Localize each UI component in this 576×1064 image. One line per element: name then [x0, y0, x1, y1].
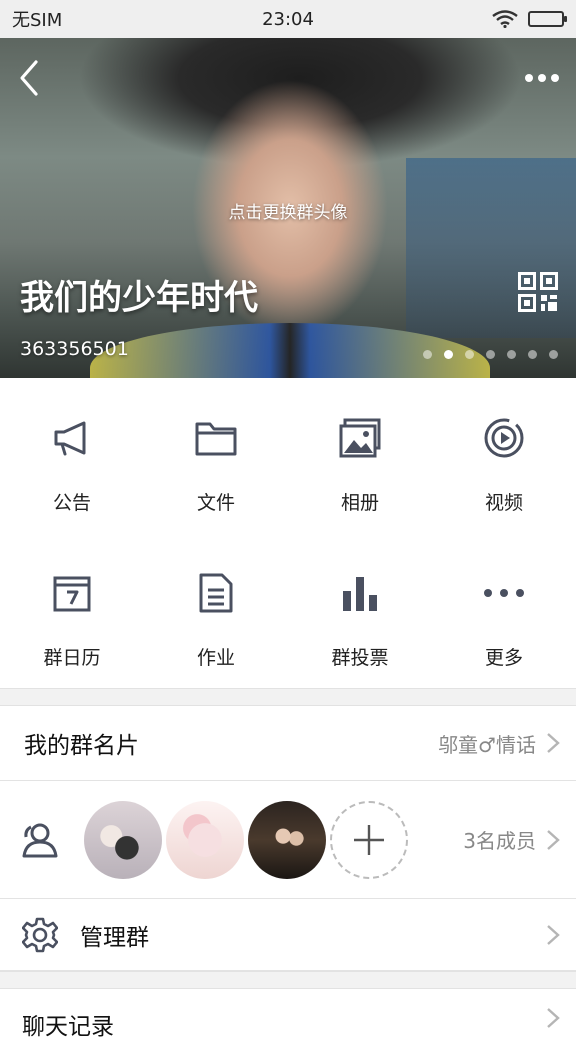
manage-group-title: 管理群 — [80, 924, 149, 951]
feature-label: 文件 — [196, 492, 235, 514]
section-divider — [0, 688, 576, 706]
gear-icon — [22, 917, 58, 952]
group-id: 363356501 — [20, 338, 129, 360]
battery-icon — [528, 11, 567, 27]
feature-homework[interactable]: 作业 — [144, 533, 288, 688]
page-dot-active — [444, 350, 453, 359]
members-icon — [22, 823, 58, 857]
page-dot — [528, 350, 537, 359]
feature-label: 更多 — [484, 647, 523, 669]
group-members-row[interactable]: 3名成员 — [0, 781, 576, 899]
feature-more[interactable]: 更多 — [432, 533, 576, 688]
group-header-banner[interactable]: 点击更换群头像 我们的少年时代 363356501 — [0, 38, 576, 378]
feature-label: 公告 — [52, 492, 91, 514]
calendar-icon — [50, 571, 94, 615]
chat-history-title: 聊天记录 — [22, 1014, 114, 1040]
member-avatar-list — [84, 800, 408, 879]
feature-announcement[interactable]: 公告 — [0, 378, 144, 533]
photo-page-indicator — [423, 350, 558, 359]
member-count: 3名成员 — [463, 829, 536, 853]
clock: 23:04 — [262, 8, 314, 30]
chevron-right-icon — [547, 924, 560, 945]
member-avatar[interactable] — [166, 800, 244, 879]
feature-label: 群日历 — [43, 647, 101, 669]
bar-chart-icon — [338, 571, 382, 615]
member-avatar[interactable] — [248, 800, 326, 879]
page-dot — [549, 350, 558, 359]
feature-album[interactable]: 相册 — [288, 378, 432, 533]
feature-calendar[interactable]: 群日历 — [0, 533, 144, 688]
chevron-right-icon — [547, 1008, 560, 1028]
chat-history-row[interactable]: 聊天记录 — [0, 989, 576, 1064]
status-bar: 无SIM 23:04 — [0, 0, 576, 38]
photo-album-icon — [338, 416, 382, 460]
video-play-icon — [482, 416, 526, 460]
feature-files[interactable]: 文件 — [144, 378, 288, 533]
chevron-right-icon — [547, 733, 560, 753]
add-member-button[interactable] — [330, 800, 408, 879]
megaphone-icon — [50, 416, 94, 460]
more-dots-icon — [482, 571, 526, 615]
group-name: 我们的少年时代 — [20, 278, 258, 318]
feature-grid: 公告 文件 相册 视频 群日历 作业 群投票 更多 — [0, 378, 576, 688]
feature-label: 视频 — [484, 492, 523, 514]
change-avatar-hint[interactable]: 点击更换群头像 — [0, 198, 576, 223]
document-icon — [194, 571, 238, 615]
my-group-card-value: 邬童♂情话 — [438, 732, 536, 757]
my-group-card-title: 我的群名片 — [24, 733, 139, 759]
manage-group-row[interactable]: 管理群 — [0, 899, 576, 971]
my-group-card-row[interactable]: 我的群名片 邬童♂情话 — [0, 706, 576, 781]
more-options-icon[interactable] — [520, 64, 564, 92]
page-dot — [486, 350, 495, 359]
back-arrow-icon[interactable] — [10, 56, 54, 100]
qr-code-icon[interactable] — [518, 272, 558, 312]
member-avatar[interactable] — [84, 800, 162, 879]
folder-icon — [194, 416, 238, 460]
feature-label: 群投票 — [331, 647, 389, 669]
page-dot — [507, 350, 516, 359]
feature-vote[interactable]: 群投票 — [288, 533, 432, 688]
feature-label: 作业 — [196, 647, 235, 669]
section-divider — [0, 971, 576, 989]
page-dot — [465, 350, 474, 359]
feature-video[interactable]: 视频 — [432, 378, 576, 533]
page-dot — [423, 350, 432, 359]
chevron-right-icon — [547, 829, 560, 850]
plus-icon — [354, 824, 384, 855]
feature-label: 相册 — [340, 492, 379, 514]
